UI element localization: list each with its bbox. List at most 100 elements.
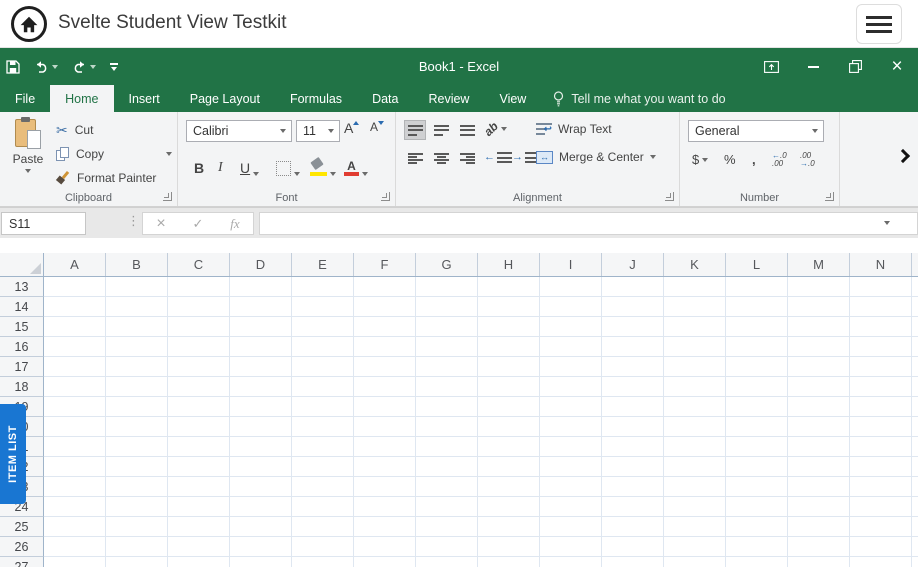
cell-K20[interactable]: [664, 417, 726, 437]
cell-D20[interactable]: [230, 417, 292, 437]
paste-button[interactable]: Paste: [5, 117, 51, 195]
row-header-15[interactable]: 15: [0, 317, 44, 337]
cell-C25[interactable]: [168, 517, 230, 537]
cell-F19[interactable]: [354, 397, 416, 417]
cell-I23[interactable]: [540, 477, 602, 497]
cell-H15[interactable]: [478, 317, 540, 337]
cell-G20[interactable]: [416, 417, 478, 437]
cell-H19[interactable]: [478, 397, 540, 417]
cell-M20[interactable]: [788, 417, 850, 437]
cell-E24[interactable]: [292, 497, 354, 517]
decrease-decimal-button[interactable]: .00 →.0: [800, 152, 815, 168]
row-header-27[interactable]: 27: [0, 557, 44, 567]
cell-J15[interactable]: [602, 317, 664, 337]
enter-button[interactable]: ✓: [193, 217, 204, 230]
cell-I17[interactable]: [540, 357, 602, 377]
row-header-26[interactable]: 26: [0, 537, 44, 557]
cell-B15[interactable]: [106, 317, 168, 337]
cell-E22[interactable]: [292, 457, 354, 477]
cell-D14[interactable]: [230, 297, 292, 317]
column-header-H[interactable]: H: [478, 253, 540, 276]
cancel-button[interactable]: ×: [156, 216, 165, 232]
row-header-13[interactable]: 13: [0, 277, 44, 297]
column-header-N[interactable]: N: [850, 253, 912, 276]
cell-J26[interactable]: [602, 537, 664, 557]
cell-F17[interactable]: [354, 357, 416, 377]
cell-D27[interactable]: [230, 557, 292, 567]
cell-C17[interactable]: [168, 357, 230, 377]
italic-button[interactable]: I: [218, 154, 223, 178]
copy-button[interactable]: Copy: [56, 144, 172, 164]
cell-H27[interactable]: [478, 557, 540, 567]
cell-G22[interactable]: [416, 457, 478, 477]
row-header-18[interactable]: 18: [0, 377, 44, 397]
cell-G17[interactable]: [416, 357, 478, 377]
column-header-C[interactable]: C: [168, 253, 230, 276]
column-header-I[interactable]: I: [540, 253, 602, 276]
cell-F24[interactable]: [354, 497, 416, 517]
select-all-corner[interactable]: [0, 253, 44, 276]
cell-K22[interactable]: [664, 457, 726, 477]
cell-J19[interactable]: [602, 397, 664, 417]
ribbon-display-options-button[interactable]: [750, 48, 792, 85]
cell-B18[interactable]: [106, 377, 168, 397]
cell-L24[interactable]: [726, 497, 788, 517]
column-header-K[interactable]: K: [664, 253, 726, 276]
cell-J16[interactable]: [602, 337, 664, 357]
cell-L23[interactable]: [726, 477, 788, 497]
cell-E19[interactable]: [292, 397, 354, 417]
cell-N20[interactable]: [850, 417, 912, 437]
cell-L20[interactable]: [726, 417, 788, 437]
tab-view[interactable]: View: [484, 85, 541, 112]
column-header-L[interactable]: L: [726, 253, 788, 276]
accounting-format-button[interactable]: $: [692, 152, 708, 167]
cell-E16[interactable]: [292, 337, 354, 357]
cell-I26[interactable]: [540, 537, 602, 557]
cell-I15[interactable]: [540, 317, 602, 337]
align-left-button[interactable]: [404, 148, 426, 168]
shrink-font-button[interactable]: A: [370, 120, 384, 134]
row-header-25[interactable]: 25: [0, 517, 44, 537]
cell-L16[interactable]: [726, 337, 788, 357]
cell-E17[interactable]: [292, 357, 354, 377]
cell-E25[interactable]: [292, 517, 354, 537]
cell-N16[interactable]: [850, 337, 912, 357]
cell-L27[interactable]: [726, 557, 788, 567]
cell-A22[interactable]: [44, 457, 106, 477]
cell-K13[interactable]: [664, 277, 726, 297]
cell-C23[interactable]: [168, 477, 230, 497]
cell-C18[interactable]: [168, 377, 230, 397]
tab-review[interactable]: Review: [413, 85, 484, 112]
cell-A25[interactable]: [44, 517, 106, 537]
cell-N18[interactable]: [850, 377, 912, 397]
next-chevron-button[interactable]: [897, 145, 913, 171]
name-box[interactable]: S11: [1, 212, 86, 235]
cell-A13[interactable]: [44, 277, 106, 297]
cell-I20[interactable]: [540, 417, 602, 437]
cell-F15[interactable]: [354, 317, 416, 337]
cell-G18[interactable]: [416, 377, 478, 397]
cell-L15[interactable]: [726, 317, 788, 337]
cell-G15[interactable]: [416, 317, 478, 337]
cell-J20[interactable]: [602, 417, 664, 437]
row-header-17[interactable]: 17: [0, 357, 44, 377]
cell-K15[interactable]: [664, 317, 726, 337]
cell-K17[interactable]: [664, 357, 726, 377]
cell-D26[interactable]: [230, 537, 292, 557]
cell-L13[interactable]: [726, 277, 788, 297]
column-header-E[interactable]: E: [292, 253, 354, 276]
top-align-button[interactable]: [404, 120, 426, 140]
cell-F18[interactable]: [354, 377, 416, 397]
cell-N27[interactable]: [850, 557, 912, 567]
cell-K24[interactable]: [664, 497, 726, 517]
cell-C24[interactable]: [168, 497, 230, 517]
cell-G25[interactable]: [416, 517, 478, 537]
cell-J18[interactable]: [602, 377, 664, 397]
cell-A20[interactable]: [44, 417, 106, 437]
cell-I14[interactable]: [540, 297, 602, 317]
restore-button[interactable]: [834, 48, 876, 85]
cell-A14[interactable]: [44, 297, 106, 317]
tell-me-box[interactable]: Tell me what you want to do: [541, 85, 737, 112]
row-header-14[interactable]: 14: [0, 297, 44, 317]
cell-D16[interactable]: [230, 337, 292, 357]
